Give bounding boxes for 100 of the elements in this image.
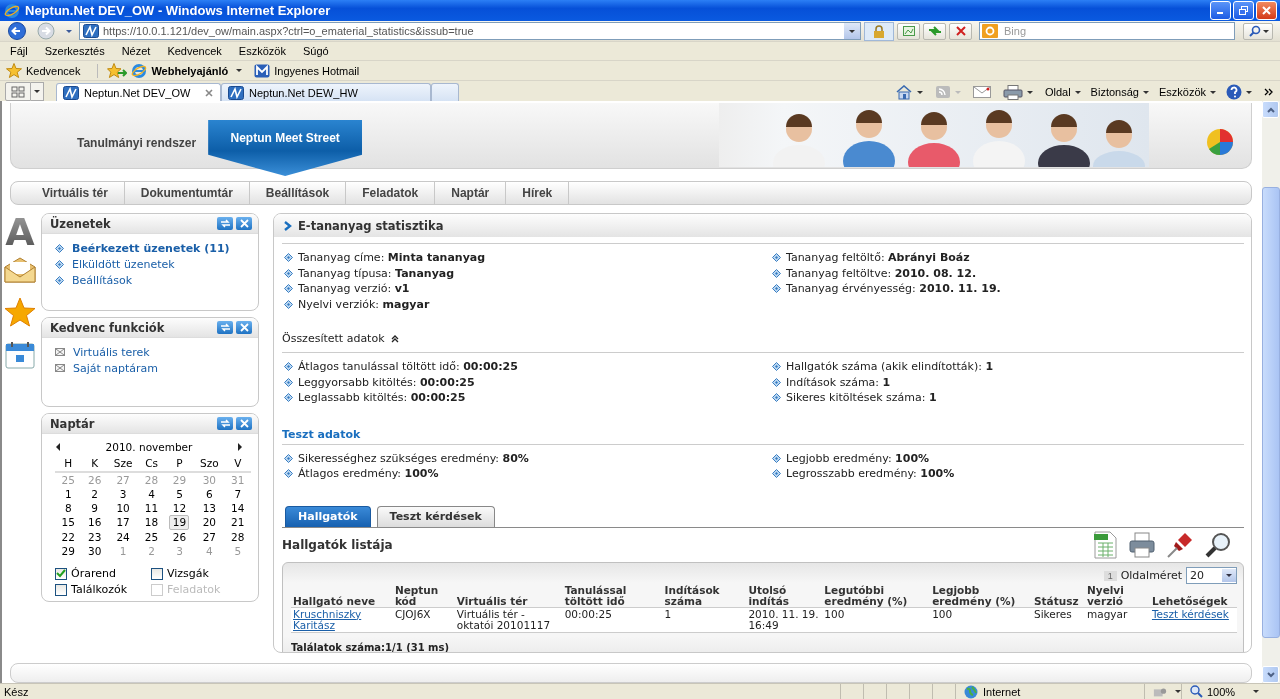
caret-icon[interactable] [1142, 90, 1149, 94]
pie-chart-icon[interactable] [1206, 128, 1234, 156]
refresh-button[interactable] [217, 217, 233, 230]
scroll-up-button[interactable] [1262, 101, 1279, 118]
message-folder-link[interactable]: Elküldött üzenetek [72, 257, 175, 271]
search-button[interactable] [1243, 22, 1273, 40]
menu-item[interactable]: Súgó [298, 45, 333, 57]
calendar-day[interactable]: 27 [200, 530, 219, 544]
previous-month-button[interactable] [55, 443, 61, 451]
caret-icon[interactable] [1074, 90, 1081, 94]
calendar-day[interactable]: 5 [170, 487, 189, 501]
nav-link[interactable]: Hírek [506, 182, 570, 204]
checkbox[interactable] [55, 583, 67, 596]
add-favorite-icon[interactable] [107, 63, 128, 78]
envelope-icon[interactable] [4, 257, 36, 283]
page-button[interactable]: 1 [1103, 570, 1117, 581]
nav-link[interactable]: Virtuális tér [26, 182, 125, 204]
close-button[interactable] [236, 417, 252, 430]
caret-icon[interactable] [849, 29, 855, 33]
nav-link[interactable]: Feladatok [346, 182, 436, 204]
scroll-down-button[interactable] [1262, 666, 1279, 683]
calendar-day[interactable]: 28 [228, 530, 247, 544]
tab[interactable]: Hallgatók [285, 505, 371, 527]
calendar-day[interactable]: 14 [228, 501, 247, 515]
envelope-icon[interactable] [972, 86, 991, 98]
checkbox[interactable] [55, 567, 67, 580]
caret-icon[interactable] [1226, 574, 1232, 577]
favorite-link[interactable]: Virtuális terek [73, 345, 150, 359]
favorite-link[interactable]: Saját naptáram [73, 361, 159, 375]
calendar-day[interactable]: 24 [114, 530, 133, 544]
chevron-icon[interactable] [1264, 87, 1274, 97]
calendar-day[interactable]: 3 [114, 487, 133, 501]
close-button[interactable] [1256, 1, 1277, 20]
next-month-button[interactable] [237, 443, 243, 451]
calendar-day[interactable]: 22 [59, 530, 78, 544]
message-folder-link[interactable]: Beérkezett üzenetek (11) [72, 241, 230, 255]
nav-link[interactable]: Beállítások [249, 182, 347, 204]
magnifier-icon[interactable] [1204, 530, 1232, 559]
calendar-day[interactable]: 17 [114, 516, 133, 529]
calendar-day[interactable]: 4 [142, 487, 161, 501]
caret-icon[interactable] [66, 29, 72, 33]
printer-icon[interactable] [1002, 84, 1023, 100]
calendar-day[interactable]: 11 [142, 501, 161, 515]
command-menu[interactable]: Oldal [1044, 86, 1081, 98]
system-tab[interactable]: Tanulmányi rendszer [65, 103, 209, 153]
refresh-button[interactable] [923, 22, 946, 40]
refresh-button[interactable] [217, 417, 233, 430]
calendar-day[interactable]: 15 [59, 516, 78, 529]
calendar-day[interactable]: 16 [85, 516, 104, 529]
calendar-day[interactable]: 13 [200, 501, 219, 515]
message-folder-link[interactable]: Beállítások [72, 273, 133, 287]
home-icon[interactable] [894, 84, 913, 100]
favorites-button[interactable]: Kedvencek [26, 64, 81, 77]
printer-icon[interactable] [1128, 530, 1156, 559]
address-field[interactable]: https://10.0.1.121/dev_ow/main.aspx?ctrl=o_ematerial_statistics&issub=true [79, 22, 861, 40]
calendar-day[interactable]: 21 [228, 516, 247, 529]
caret-icon[interactable] [916, 90, 923, 94]
calendar-day[interactable]: 10 [114, 501, 133, 515]
star-icon[interactable] [4, 297, 36, 327]
caret-icon[interactable] [1246, 90, 1252, 94]
command-menu[interactable]: Biztonság [1090, 86, 1149, 98]
collapse-icon[interactable] [390, 334, 399, 343]
page-size-select[interactable]: 20 [1186, 567, 1237, 584]
help-icon[interactable] [1226, 84, 1242, 100]
calendar-day[interactable]: 9 [85, 501, 104, 515]
checkbox[interactable] [151, 567, 163, 580]
close-button[interactable] [236, 217, 252, 230]
browser-tab[interactable]: Neptun.Net DEW_HW [221, 83, 431, 101]
caret-icon[interactable] [236, 69, 243, 72]
calendar-day[interactable]: 30 [85, 544, 104, 558]
spreadsheet-icon[interactable] [1092, 530, 1118, 559]
caret-icon[interactable] [1026, 90, 1033, 94]
security-button[interactable] [864, 21, 894, 41]
command-menu[interactable]: Eszközök [1158, 86, 1216, 98]
stop-button[interactable] [949, 22, 972, 40]
browser-tab[interactable]: Neptun.Net DEV_OW [56, 83, 221, 101]
close-icon[interactable] [204, 87, 214, 98]
close-button[interactable] [236, 321, 252, 334]
refresh-button[interactable] [217, 321, 233, 334]
menu-item[interactable]: Kedvencek [163, 45, 226, 57]
minimize-button[interactable] [1210, 1, 1231, 20]
menu-item[interactable]: Nézet [117, 45, 155, 57]
compatibility-button[interactable] [897, 22, 920, 40]
search-field[interactable]: Bing [979, 22, 1235, 40]
tab-list-button[interactable] [31, 82, 44, 101]
calendar-day[interactable]: 29 [59, 544, 78, 558]
calendar-day[interactable]: 23 [85, 530, 104, 544]
calendar-day[interactable]: 6 [200, 487, 219, 501]
calendar-day[interactable]: 25 [142, 530, 161, 544]
tab[interactable]: Teszt kérdések [376, 505, 495, 527]
pushpin-icon[interactable] [1166, 530, 1194, 559]
favorite-link[interactable]: Webhelyajánló [151, 64, 229, 77]
calendar-day[interactable]: 2 [85, 487, 104, 501]
calendar-day[interactable]: 26 [170, 530, 189, 544]
calendar-day[interactable]: 1 [59, 487, 78, 501]
menu-item[interactable]: Szerkesztés [40, 45, 109, 57]
calendar-day[interactable]: 8 [59, 501, 78, 515]
table-link[interactable]: Kruschniszky Karitász [293, 608, 391, 631]
calendar-day[interactable]: 12 [170, 501, 189, 515]
calendar-day[interactable]: 7 [228, 487, 247, 501]
